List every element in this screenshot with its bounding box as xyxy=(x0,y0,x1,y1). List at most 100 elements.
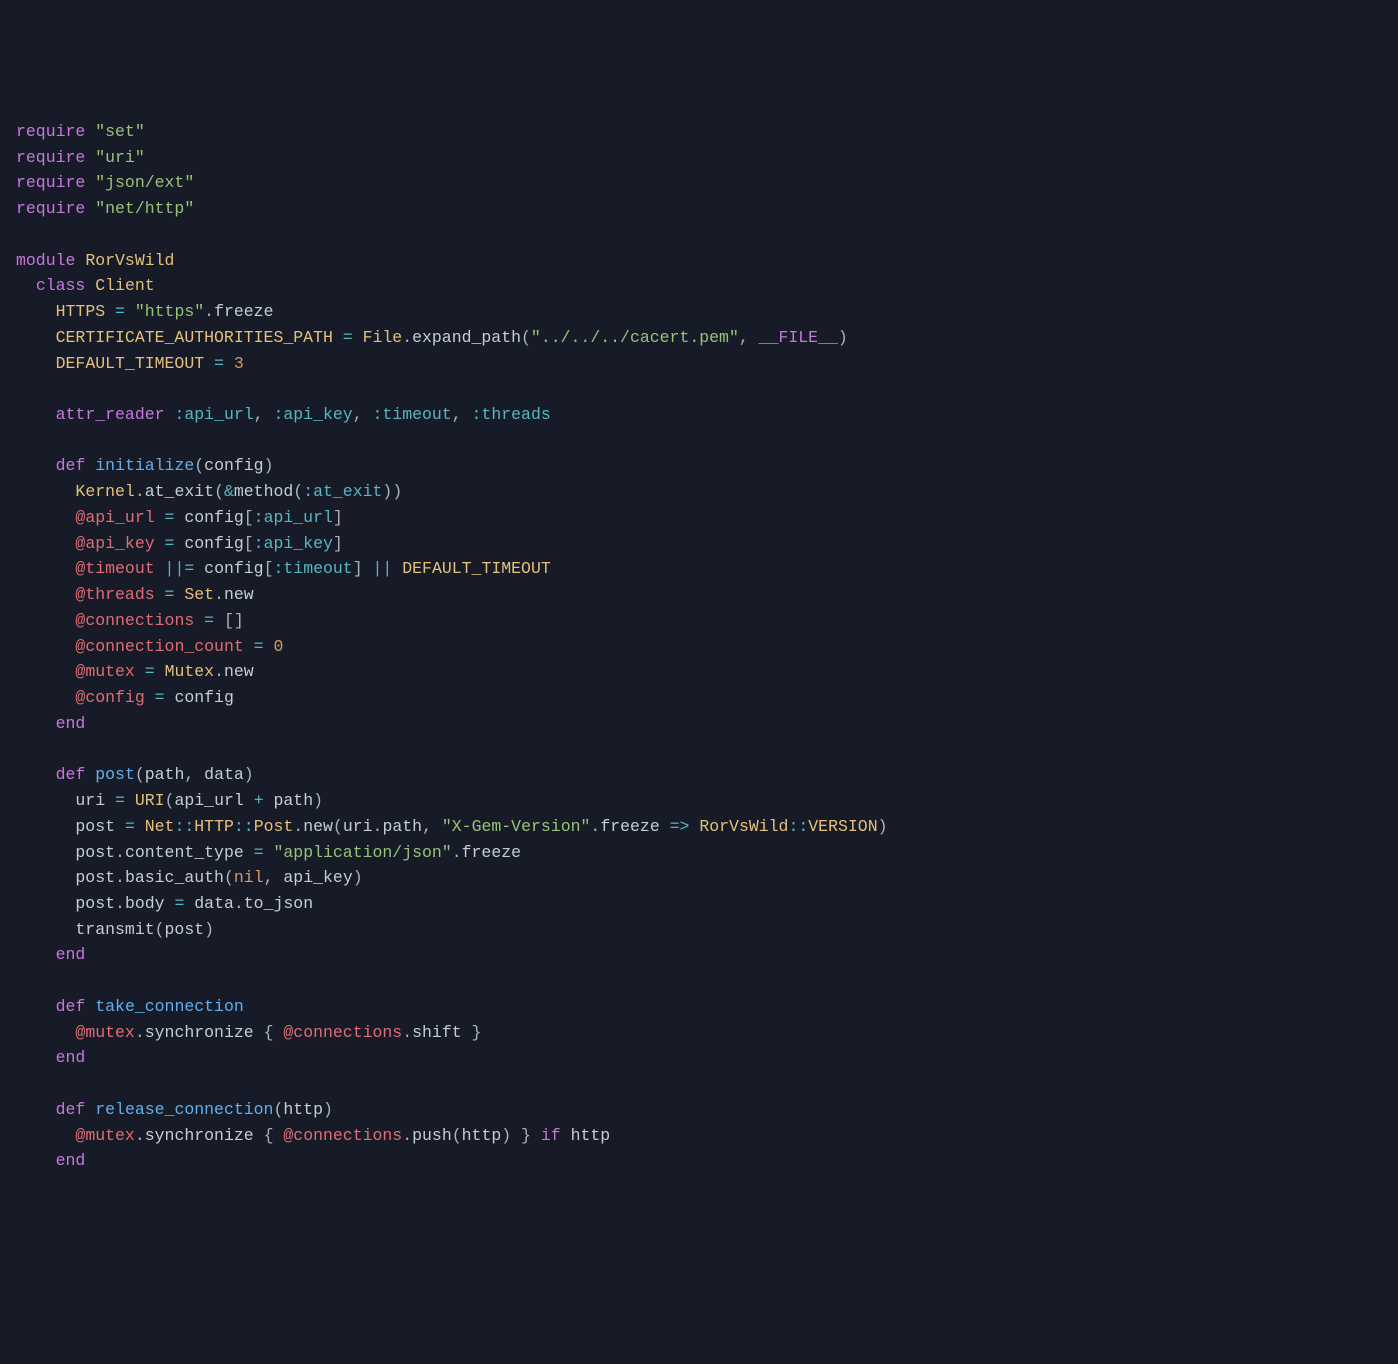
token-id: synchronize xyxy=(145,1023,264,1042)
token-id xyxy=(224,354,234,373)
code-line xyxy=(16,1071,1382,1097)
token-id: content_type xyxy=(125,843,254,862)
token-ivar: @mutex xyxy=(75,662,134,681)
token-id: freeze xyxy=(214,302,273,321)
token-sym: :timeout xyxy=(273,559,352,578)
token-id xyxy=(85,1100,95,1119)
token-const: DEFAULT_TIMEOUT xyxy=(56,354,205,373)
code-line: @mutex = Mutex.new xyxy=(16,659,1382,685)
token-punc: ( xyxy=(194,456,204,475)
token-const: Client xyxy=(95,276,154,295)
token-punc: ) xyxy=(313,791,323,810)
code-line: attr_reader :api_url, :api_key, :timeout… xyxy=(16,402,1382,428)
token-id xyxy=(165,405,175,424)
code-line: module RorVsWild xyxy=(16,248,1382,274)
code-line: @timeout ||= config[:timeout] || DEFAULT… xyxy=(16,556,1382,582)
token-id xyxy=(155,662,165,681)
token-op: = xyxy=(343,328,353,347)
token-id: shift xyxy=(412,1023,462,1042)
token-punc: ) xyxy=(838,328,848,347)
code-line: require "json/ext" xyxy=(16,170,1382,196)
token-punc: ( xyxy=(224,868,234,887)
token-sym: :threads xyxy=(472,405,551,424)
token-id xyxy=(392,559,402,578)
token-punc: { xyxy=(264,1126,284,1145)
token-op: => xyxy=(670,817,690,836)
token-op: = xyxy=(204,611,214,630)
token-punc: ( xyxy=(293,482,303,501)
token-kw: def xyxy=(56,765,86,784)
token-ivar: @connections xyxy=(283,1126,402,1145)
token-ivar: @timeout xyxy=(75,559,154,578)
token-kw: def xyxy=(56,997,86,1016)
code-line: end xyxy=(16,942,1382,968)
token-punc: . xyxy=(115,894,125,913)
token-id: at_exit xyxy=(145,482,214,501)
token-id xyxy=(333,328,343,347)
code-line xyxy=(16,737,1382,763)
token-str: "X-Gem-Version" xyxy=(442,817,591,836)
token-id: config xyxy=(174,508,243,527)
token-id xyxy=(353,328,363,347)
token-ivar: @config xyxy=(75,688,144,707)
token-id xyxy=(16,456,56,475)
token-str: "../../../cacert.pem" xyxy=(531,328,739,347)
token-const: Set xyxy=(184,585,214,604)
token-id: freeze xyxy=(462,843,521,862)
token-kw: end xyxy=(56,714,86,733)
code-line: post = Net::HTTP::Post.new(uri.path, "X-… xyxy=(16,814,1382,840)
token-op: = xyxy=(254,637,264,656)
token-const: DEFAULT_TIMEOUT xyxy=(402,559,551,578)
token-punc: ] xyxy=(333,534,343,553)
token-kw: if xyxy=(541,1126,561,1145)
token-ivar: @connection_count xyxy=(75,637,243,656)
token-const: RorVsWild xyxy=(699,817,788,836)
code-line: @mutex.synchronize { @connections.push(h… xyxy=(16,1123,1382,1149)
code-line: uri = URI(api_url + path) xyxy=(16,788,1382,814)
token-id: method xyxy=(234,482,293,501)
token-punc: , xyxy=(254,405,274,424)
token-kw: __FILE__ xyxy=(759,328,838,347)
token-str: "json/ext" xyxy=(95,173,194,192)
token-const: URI xyxy=(135,791,165,810)
token-kw: require xyxy=(16,173,85,192)
token-punc: ( xyxy=(333,817,343,836)
token-id: config xyxy=(174,534,243,553)
token-punc: ) xyxy=(244,765,254,784)
token-id: data xyxy=(204,765,244,784)
token-id xyxy=(264,637,274,656)
token-id xyxy=(16,1023,75,1042)
token-id xyxy=(155,585,165,604)
token-punc: . xyxy=(135,482,145,501)
token-punc: { xyxy=(264,1023,284,1042)
token-num: 0 xyxy=(273,637,283,656)
token-punc: . xyxy=(402,1023,412,1042)
token-punc: [] xyxy=(224,611,244,630)
token-const: RorVsWild xyxy=(85,251,174,270)
token-const: File xyxy=(363,328,403,347)
code-line: require "set" xyxy=(16,119,1382,145)
token-kw: require xyxy=(16,122,85,141)
token-id xyxy=(85,148,95,167)
token-id xyxy=(135,817,145,836)
token-op: = xyxy=(214,354,224,373)
code-line: transmit(post) xyxy=(16,917,1382,943)
token-id: post xyxy=(16,817,125,836)
token-id xyxy=(16,302,56,321)
token-id: config xyxy=(194,559,263,578)
token-punc: , xyxy=(422,817,442,836)
token-punc: ( xyxy=(452,1126,462,1145)
token-punc: ] xyxy=(333,508,343,527)
token-punc: ( xyxy=(214,482,224,501)
token-op: = xyxy=(165,508,175,527)
token-id xyxy=(16,1151,56,1170)
token-sym: :api_url xyxy=(174,405,253,424)
token-id: post xyxy=(165,920,205,939)
token-fn: take_connection xyxy=(95,997,244,1016)
token-id xyxy=(16,1048,56,1067)
token-punc: ( xyxy=(521,328,531,347)
token-kw: attr_reader xyxy=(56,405,165,424)
token-fn: post xyxy=(95,765,135,784)
token-nil: nil xyxy=(234,868,264,887)
token-kw: def xyxy=(56,456,86,475)
